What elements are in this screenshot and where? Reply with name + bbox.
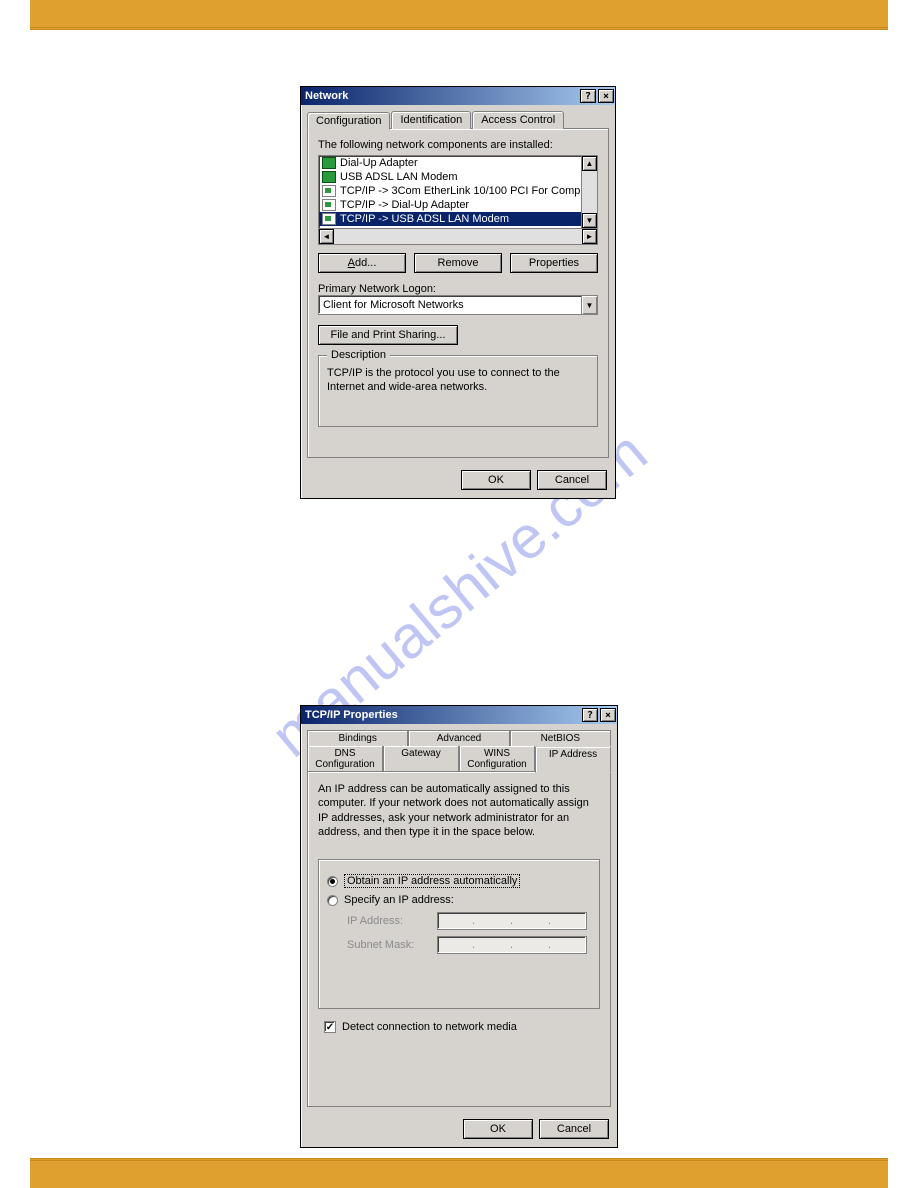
tab-configuration[interactable]: Configuration: [307, 112, 390, 130]
primary-logon-select[interactable]: Client for Microsoft Networks ▼: [318, 295, 598, 315]
scroll-up-icon[interactable]: ▲: [582, 156, 597, 171]
page-header-band: [30, 0, 888, 30]
list-item[interactable]: TCP/IP -> Dial-Up Adapter: [319, 198, 581, 212]
configuration-panel: The following network components are ins…: [307, 128, 609, 458]
list-item-label: TCP/IP -> Dial-Up Adapter: [340, 199, 469, 211]
help-button[interactable]: ?: [580, 89, 596, 103]
network-tabs: Configuration Identification Access Cont…: [307, 111, 609, 129]
close-button[interactable]: ×: [598, 89, 614, 103]
tab-netbios[interactable]: NetBIOS: [510, 730, 611, 746]
list-item[interactable]: TCP/IP -> 3Com EtherLink 10/100 PCI For …: [319, 184, 581, 198]
page-footer-band: [30, 1158, 888, 1188]
primary-logon-label: Primary Network Logon:: [318, 283, 598, 295]
ip-radio-group: Obtain an IP address automatically Speci…: [318, 859, 600, 1009]
ip-address-label: IP Address:: [347, 915, 427, 927]
list-item-selected[interactable]: TCP/IP -> USB ADSL LAN Modem: [319, 212, 581, 226]
network-titlebar[interactable]: Network ? ×: [301, 87, 615, 105]
add-button[interactable]: Add...: [318, 253, 406, 273]
chevron-down-icon[interactable]: ▼: [581, 296, 597, 314]
list-item-label: TCP/IP -> 3Com EtherLink 10/100 PCI For …: [340, 185, 581, 197]
cancel-button[interactable]: Cancel: [539, 1119, 609, 1139]
network-dialog: Network ? × Configuration Identification…: [300, 86, 616, 499]
radio-obtain-auto[interactable]: Obtain an IP address automatically: [327, 874, 591, 888]
help-button[interactable]: ?: [582, 708, 598, 722]
vertical-scrollbar[interactable]: ▲ ▼: [581, 156, 597, 228]
subnet-mask-label: Subnet Mask:: [347, 939, 427, 951]
description-text: TCP/IP is the protocol you use to connec…: [327, 366, 589, 395]
tab-gateway[interactable]: Gateway: [383, 746, 459, 772]
radio-specify[interactable]: Specify an IP address:: [327, 894, 591, 906]
scroll-left-icon[interactable]: ◄: [319, 229, 334, 244]
ok-button[interactable]: OK: [461, 470, 531, 490]
list-item-label: USB ADSL LAN Modem: [340, 171, 458, 183]
horizontal-scrollbar[interactable]: ◄ ►: [319, 228, 597, 244]
list-item[interactable]: USB ADSL LAN Modem: [319, 170, 581, 184]
ok-button[interactable]: OK: [463, 1119, 533, 1139]
ip-address-panel: An IP address can be automatically assig…: [307, 771, 611, 1107]
adapter-icon: [322, 157, 336, 169]
radio-obtain-auto-label: Obtain an IP address automatically: [344, 874, 520, 888]
tcpip-title: TCP/IP Properties: [305, 709, 398, 721]
scroll-right-icon[interactable]: ►: [582, 229, 597, 244]
adapter-icon: [322, 171, 336, 183]
description-legend: Description: [327, 349, 390, 361]
remove-button[interactable]: Remove: [414, 253, 502, 273]
components-label: The following network components are ins…: [318, 139, 598, 151]
radio-dot-icon: [327, 876, 338, 887]
network-title: Network: [305, 90, 348, 102]
cancel-button[interactable]: Cancel: [537, 470, 607, 490]
detect-connection-label: Detect connection to network media: [342, 1021, 517, 1033]
properties-button[interactable]: Properties: [510, 253, 598, 273]
ip-address-input[interactable]: . . .: [437, 912, 587, 930]
tab-dns-configuration[interactable]: DNS Configuration: [307, 746, 383, 772]
description-group: Description TCP/IP is the protocol you u…: [318, 355, 598, 427]
radio-dot-icon: [327, 895, 338, 906]
protocol-icon: [322, 185, 336, 197]
list-item[interactable]: Dial-Up Adapter: [319, 156, 581, 170]
scroll-down-icon[interactable]: ▼: [582, 213, 597, 228]
detect-connection-checkbox[interactable]: Detect connection to network media: [324, 1021, 600, 1033]
protocol-icon: [322, 213, 336, 225]
tab-bindings[interactable]: Bindings: [307, 730, 408, 746]
list-item-label: Dial-Up Adapter: [340, 157, 418, 169]
components-listbox[interactable]: Dial-Up Adapter USB ADSL LAN Modem TCP/I…: [318, 155, 598, 245]
close-button[interactable]: ×: [600, 708, 616, 722]
checkbox-icon: [324, 1021, 336, 1033]
tab-identification[interactable]: Identification: [391, 111, 471, 129]
tab-access-control[interactable]: Access Control: [472, 111, 564, 129]
protocol-icon: [322, 199, 336, 211]
tcpip-dialog: TCP/IP Properties ? × Bindings Advanced …: [300, 705, 618, 1148]
file-print-sharing-button[interactable]: File and Print Sharing...: [318, 325, 458, 345]
subnet-mask-input[interactable]: . . .: [437, 936, 587, 954]
ip-info-text: An IP address can be automatically assig…: [318, 782, 600, 839]
primary-logon-value: Client for Microsoft Networks: [323, 299, 464, 311]
tab-ip-address[interactable]: IP Address: [535, 747, 611, 773]
tab-wins-configuration[interactable]: WINS Configuration: [459, 746, 535, 772]
tcpip-titlebar[interactable]: TCP/IP Properties ? ×: [301, 706, 617, 724]
list-item-label: TCP/IP -> USB ADSL LAN Modem: [340, 213, 509, 225]
radio-specify-label: Specify an IP address:: [344, 894, 454, 906]
tab-advanced[interactable]: Advanced: [408, 730, 509, 746]
